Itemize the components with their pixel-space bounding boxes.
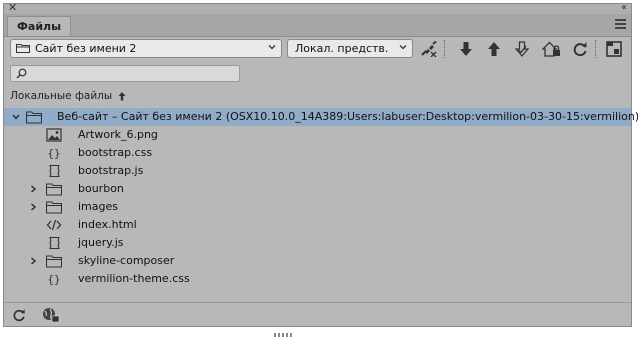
chevron-down-icon[interactable] <box>12 113 20 121</box>
folder-icon <box>45 182 63 196</box>
refresh-icon <box>573 42 587 57</box>
chevron-right-icon[interactable] <box>29 203 37 211</box>
globe-icon <box>43 308 60 323</box>
view-select[interactable]: Локал. предств. <box>287 39 413 58</box>
site-select-value: Сайт без имени 2 <box>35 42 137 55</box>
file-name: vermilion-theme.css <box>78 272 190 285</box>
chevron-down-icon <box>268 45 276 50</box>
search-input[interactable] <box>29 66 234 81</box>
sort-ascending-icon <box>118 92 126 101</box>
expand-view-button[interactable] <box>603 39 625 59</box>
svg-text:{}: {} <box>47 273 60 286</box>
file-name: jquery.js <box>78 236 124 249</box>
toolbar-separator <box>444 40 445 58</box>
list-item[interactable]: Artwork_6.png <box>4 126 631 144</box>
list-item[interactable]: index.html <box>4 216 631 234</box>
list-item[interactable]: skyline-composer <box>4 252 631 270</box>
check-out-icon <box>515 41 529 57</box>
view-select-value: Локал. предств. <box>295 42 389 55</box>
site-select[interactable]: Сайт без имени 2 <box>10 39 282 58</box>
file-name: images <box>78 200 118 213</box>
expand-view-icon <box>606 41 622 57</box>
close-panel-icon[interactable]: ✕ <box>8 1 17 15</box>
site-globe-button[interactable] <box>42 307 60 323</box>
file-name: bootstrap.js <box>78 164 144 177</box>
css-file-icon: {} <box>46 272 62 286</box>
file-name: skyline-composer <box>78 254 175 267</box>
panel-bottom-bar <box>4 302 631 337</box>
list-item[interactable]: bourbon <box>4 180 631 198</box>
search-icon <box>16 68 27 79</box>
list-item[interactable]: bootstrap.js <box>4 162 631 180</box>
get-files-icon <box>460 42 472 56</box>
collapse-panel-icon[interactable]: ‹‹ <box>621 1 627 15</box>
chevron-right-icon[interactable] <box>29 185 37 193</box>
list-item[interactable]: jquery.js <box>4 234 631 252</box>
js-file-icon <box>46 236 62 250</box>
column-header-label: Локальные файлы <box>10 90 113 102</box>
tree-root-label: Веб-сайт – Сайт без имени 2 (OSX10.10.0_… <box>57 110 638 123</box>
tab-files[interactable]: Файлы <box>7 16 72 36</box>
js-file-icon <box>46 164 62 178</box>
panel-menu-icon[interactable] <box>615 19 626 31</box>
check-in-button[interactable] <box>541 39 563 59</box>
css-file-icon: {} <box>46 146 62 160</box>
site-folder-icon <box>26 111 42 124</box>
put-files-button[interactable] <box>483 39 505 59</box>
refresh-footer-button[interactable] <box>12 307 28 323</box>
resize-grip[interactable] <box>274 322 298 337</box>
refresh-icon <box>13 309 25 322</box>
panel-tab-bar: Файлы <box>4 14 631 37</box>
local-files-column-header[interactable]: Локальные файлы <box>10 90 126 102</box>
refresh-button[interactable] <box>569 39 591 59</box>
file-name: index.html <box>78 218 137 231</box>
site-folder-icon <box>16 44 30 53</box>
check-in-icon <box>542 41 560 57</box>
put-files-icon <box>488 42 500 56</box>
file-name: bootstrap.css <box>78 146 153 159</box>
files-panel: ✕ ‹‹ Файлы Сайт без имени 2 Локал. предс… <box>3 1 638 337</box>
file-name: bourbon <box>78 182 124 195</box>
list-item[interactable]: {} bootstrap.css <box>4 144 631 162</box>
chevron-down-icon <box>399 45 407 50</box>
list-item[interactable]: images <box>4 198 631 216</box>
tree-root-row[interactable]: Веб-сайт – Сайт без имени 2 (OSX10.10.0_… <box>4 108 638 126</box>
file-name: Artwork_6.png <box>78 128 158 141</box>
folder-icon <box>45 200 63 214</box>
image-file-icon <box>46 128 62 142</box>
chevron-right-icon[interactable] <box>29 257 37 265</box>
get-files-button[interactable] <box>455 39 477 59</box>
disconnect-icon <box>421 41 437 57</box>
search-box[interactable] <box>10 65 240 82</box>
toolbar-separator <box>595 40 596 58</box>
list-item[interactable]: {} vermilion-theme.css <box>4 270 631 288</box>
disconnect-button[interactable] <box>418 39 440 59</box>
check-out-button[interactable] <box>511 39 533 59</box>
folder-icon <box>45 254 63 268</box>
svg-text:{}: {} <box>47 147 60 160</box>
panel-title-bar: ✕ ‹‹ <box>4 1 631 15</box>
html-file-icon <box>46 218 62 232</box>
